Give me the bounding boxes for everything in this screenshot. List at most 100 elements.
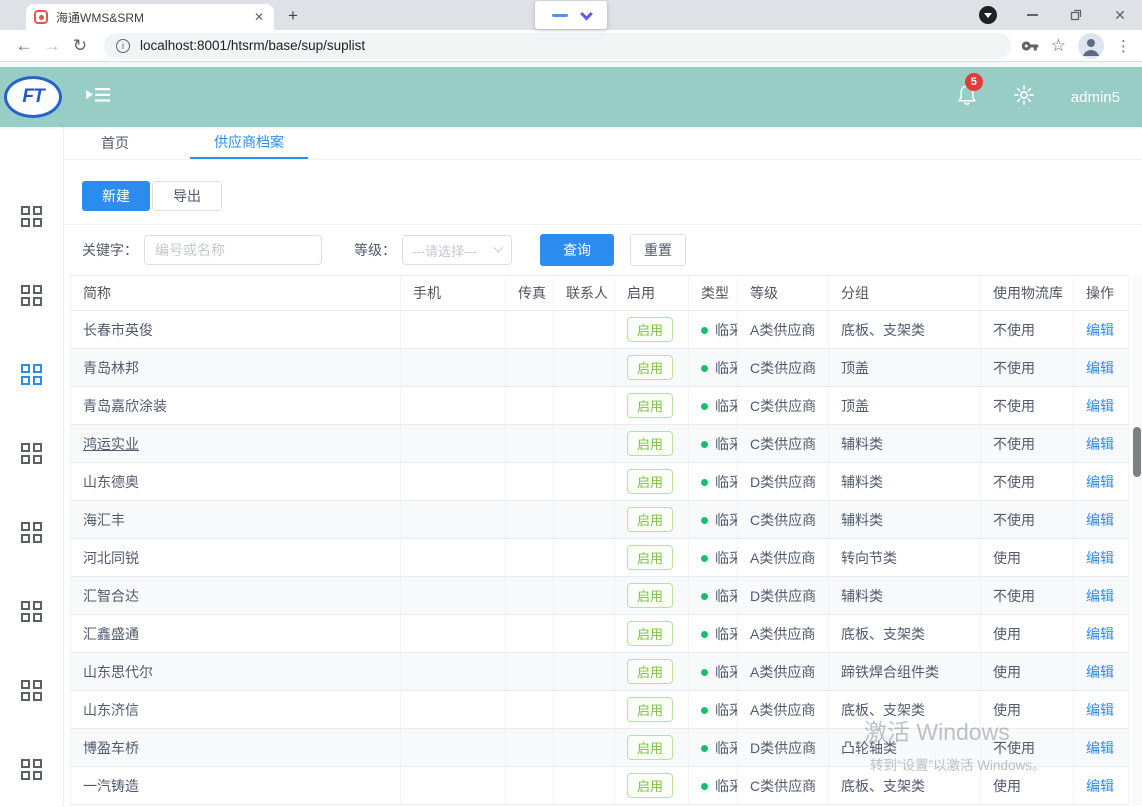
- tab-home[interactable]: 首页: [95, 127, 135, 159]
- forward-button[interactable]: →: [38, 36, 66, 56]
- cell-enabled: 启用: [615, 311, 689, 349]
- cell-enabled: 启用: [615, 729, 689, 767]
- reload-button[interactable]: ↻: [66, 36, 94, 56]
- cell-enabled: 启用: [615, 463, 689, 501]
- profile-avatar[interactable]: [1078, 33, 1104, 59]
- enabled-badge: 启用: [627, 507, 673, 532]
- cell-group: 底板、支架类: [829, 767, 981, 805]
- window-restore-button[interactable]: [1054, 0, 1098, 30]
- cell-level: C类供应商: [738, 767, 829, 805]
- level-select[interactable]: ---请选择---: [402, 235, 512, 265]
- window-minimize-button[interactable]: [1010, 0, 1054, 30]
- edit-link[interactable]: 编辑: [1086, 398, 1114, 414]
- edit-link[interactable]: 编辑: [1086, 664, 1114, 680]
- cell-fax: [506, 539, 554, 577]
- cell-action: 编辑: [1074, 463, 1129, 501]
- level-text: C类供应商: [750, 398, 816, 414]
- password-key-icon[interactable]: [1021, 37, 1039, 55]
- sidebar-module-grid-icon-1[interactable]: [21, 285, 42, 306]
- column-header: 分组: [829, 276, 981, 311]
- company-logo: FT: [4, 76, 62, 118]
- edit-link[interactable]: 编辑: [1086, 588, 1114, 604]
- browser-menu-icon[interactable]: ⋮: [1116, 37, 1132, 55]
- column-header: 使用物流库: [981, 276, 1074, 311]
- reset-button[interactable]: 重置: [630, 234, 686, 266]
- edit-link[interactable]: 编辑: [1086, 702, 1114, 718]
- cell-name: 青岛林邦: [71, 349, 401, 387]
- cell-mobile: [401, 767, 506, 805]
- keyword-input[interactable]: [144, 235, 322, 265]
- cell-level: A类供应商: [738, 653, 829, 691]
- level-text: C类供应商: [750, 512, 816, 528]
- edit-link[interactable]: 编辑: [1086, 778, 1114, 794]
- notifications-button[interactable]: 5: [957, 83, 977, 111]
- cell-mobile: [401, 501, 506, 539]
- logistics-text: 不使用: [993, 436, 1035, 452]
- cell-mobile: [401, 729, 506, 767]
- scrollbar-thumb[interactable]: [1133, 427, 1141, 477]
- cell-logistics: 使用: [981, 767, 1074, 805]
- browser-tab[interactable]: 海通WMS&SRM ✕: [26, 4, 274, 30]
- cell-contact: [554, 691, 615, 729]
- edit-link[interactable]: 编辑: [1086, 740, 1114, 756]
- cell-contact: [554, 387, 615, 425]
- bookmark-star-icon[interactable]: ☆: [1051, 36, 1066, 56]
- edit-link[interactable]: 编辑: [1086, 360, 1114, 376]
- sidebar-module-grid-icon-3[interactable]: [21, 443, 42, 464]
- restore-icon: [1070, 9, 1082, 21]
- export-button[interactable]: 导出: [152, 181, 222, 211]
- recorder-chevron-down-icon[interactable]: [580, 7, 593, 20]
- sidebar-module-grid-icon-6[interactable]: [21, 680, 42, 701]
- sidebar-module-grid-icon-5[interactable]: [21, 601, 42, 622]
- url-input[interactable]: i localhost:8001/htsrm/base/sup/suplist: [104, 33, 1011, 59]
- logistics-text: 不使用: [993, 474, 1035, 490]
- new-button[interactable]: 新建: [82, 181, 150, 211]
- edit-link[interactable]: 编辑: [1086, 322, 1114, 338]
- cell-group: 顶盖: [829, 349, 981, 387]
- level-label: 等级：: [354, 240, 396, 260]
- column-header: 传真: [506, 276, 554, 311]
- query-button[interactable]: 查询: [540, 234, 614, 266]
- logistics-text: 使用: [993, 664, 1021, 680]
- edit-link[interactable]: 编辑: [1086, 474, 1114, 490]
- tab-supplier-archive[interactable]: 供应商档案: [190, 127, 308, 159]
- edit-link[interactable]: 编辑: [1086, 512, 1114, 528]
- cell-contact: [554, 539, 615, 577]
- cell-mobile: [401, 615, 506, 653]
- page-info-icon[interactable]: i: [116, 39, 130, 53]
- recorder-minimize-icon[interactable]: [552, 14, 568, 17]
- edit-link[interactable]: 编辑: [1086, 436, 1114, 452]
- sidebar-module-grid-icon-0[interactable]: [21, 206, 42, 227]
- new-tab-button[interactable]: +: [288, 6, 298, 26]
- scrollbar-track[interactable]: [1132, 275, 1142, 806]
- group-text: 底板、支架类: [841, 702, 925, 718]
- current-user[interactable]: admin5: [1071, 89, 1120, 106]
- sidebar-module-grid-icon-2[interactable]: [21, 364, 42, 385]
- sidebar-module-grid-icon-7[interactable]: [21, 759, 42, 780]
- sidebar: [0, 127, 64, 806]
- edit-link[interactable]: 编辑: [1086, 626, 1114, 642]
- cell-level: A类供应商: [738, 311, 829, 349]
- group-text: 辅料类: [841, 436, 883, 452]
- edit-link[interactable]: 编辑: [1086, 550, 1114, 566]
- tab-close-icon[interactable]: ✕: [252, 10, 266, 24]
- cell-enabled: 启用: [615, 615, 689, 653]
- supplier-name: 鸿运实业: [83, 436, 139, 452]
- cell-group: 底板、支架类: [829, 691, 981, 729]
- sidebar-toggle-button[interactable]: [86, 85, 112, 110]
- cell-action: 编辑: [1074, 539, 1129, 577]
- recorder-tray-button[interactable]: [966, 0, 1010, 30]
- group-text: 底板、支架类: [841, 778, 925, 794]
- type-status-dot: [701, 783, 708, 790]
- table-row: 汇智合达启用临采D类供应商辅料类不使用编辑: [71, 577, 1129, 615]
- group-text: 辅料类: [841, 474, 883, 490]
- site-favicon-icon: [34, 10, 48, 24]
- logistics-text: 不使用: [993, 588, 1035, 604]
- settings-button[interactable]: [1013, 84, 1035, 111]
- level-text: A类供应商: [750, 626, 815, 642]
- window-close-button[interactable]: ✕: [1098, 0, 1142, 30]
- cell-mobile: [401, 311, 506, 349]
- sidebar-module-grid-icon-4[interactable]: [21, 522, 42, 543]
- back-button[interactable]: ←: [10, 36, 38, 56]
- type-status-dot: [701, 517, 708, 524]
